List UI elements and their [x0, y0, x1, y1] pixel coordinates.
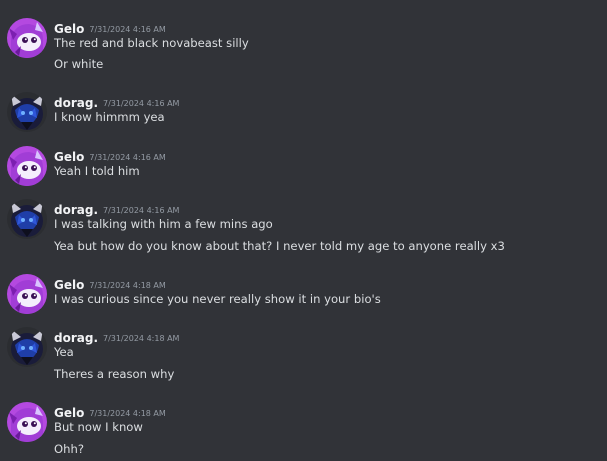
message-text: Theres a reason why — [54, 367, 175, 381]
message-header: dorag. 7/31/2024 4:18 AM — [54, 327, 179, 345]
username[interactable]: dorag. — [54, 203, 98, 217]
chat-message-list: Gelo 7/31/2024 4:16 AM The red and black … — [0, 0, 607, 461]
timestamp[interactable]: 7/31/2024 4:16 AM — [89, 153, 165, 162]
username[interactable]: dorag. — [54, 96, 98, 110]
message-header: dorag. 7/31/2024 4:16 AM — [54, 199, 179, 217]
avatar[interactable] — [7, 199, 47, 239]
avatar[interactable] — [7, 92, 47, 132]
purple-white-creature-avatar-icon — [7, 146, 47, 186]
dark-blue-creature-avatar-icon — [7, 327, 47, 367]
message-text: Or white — [54, 57, 104, 71]
message-header: Gelo 7/31/2024 4:16 AM — [54, 146, 166, 164]
dark-blue-creature-avatar-icon — [7, 199, 47, 239]
message-text: I was talking with him a few mins ago — [54, 217, 273, 231]
avatar[interactable] — [7, 146, 47, 186]
purple-white-creature-avatar-icon — [7, 274, 47, 314]
message-text: Yeah I told him — [54, 164, 140, 178]
avatar[interactable] — [7, 402, 47, 442]
timestamp[interactable]: 7/31/2024 4:16 AM — [103, 99, 179, 108]
purple-white-creature-avatar-icon — [7, 402, 47, 442]
username[interactable]: Gelo — [54, 278, 84, 292]
message-text: I know himmm yea — [54, 110, 165, 124]
message-text: Yea but how do you know about that? I ne… — [54, 239, 505, 253]
message-header: Gelo 7/31/2024 4:18 AM — [54, 274, 166, 292]
timestamp[interactable]: 7/31/2024 4:16 AM — [103, 206, 179, 215]
message-header: dorag. 7/31/2024 4:16 AM — [54, 92, 179, 110]
dark-blue-creature-avatar-icon — [7, 92, 47, 132]
username[interactable]: dorag. — [54, 331, 98, 345]
avatar[interactable] — [7, 327, 47, 367]
message-text: Ohh? — [54, 442, 84, 456]
timestamp[interactable]: 7/31/2024 4:18 AM — [103, 334, 179, 343]
timestamp[interactable]: 7/31/2024 4:18 AM — [89, 281, 165, 290]
message-header: Gelo 7/31/2024 4:16 AM — [54, 18, 166, 36]
message-text: But now I know — [54, 420, 143, 434]
avatar[interactable] — [7, 18, 47, 58]
avatar[interactable] — [7, 274, 47, 314]
username[interactable]: Gelo — [54, 22, 84, 36]
message-header: Gelo 7/31/2024 4:18 AM — [54, 402, 166, 420]
purple-white-creature-avatar-icon — [7, 18, 47, 58]
message-text: The red and black novabeast silly — [54, 36, 249, 50]
message-text: Yea — [54, 345, 74, 359]
timestamp[interactable]: 7/31/2024 4:18 AM — [89, 409, 165, 418]
username[interactable]: Gelo — [54, 406, 84, 420]
username[interactable]: Gelo — [54, 150, 84, 164]
message-text: I was curious since you never really sho… — [54, 292, 381, 306]
timestamp[interactable]: 7/31/2024 4:16 AM — [89, 25, 165, 34]
